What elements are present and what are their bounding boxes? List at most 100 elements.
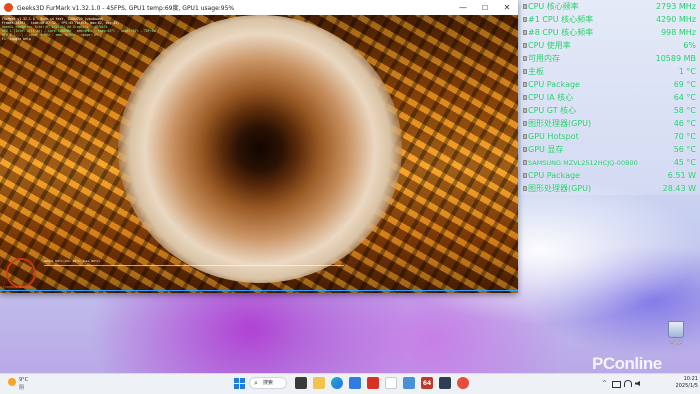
- sensor-row: 图形处理器(GPU) 46 °C: [521, 118, 700, 130]
- sensor-label: CPU GT 核心: [528, 106, 577, 115]
- sensor-icon: [523, 134, 527, 139]
- monitor-app-icon[interactable]: [439, 377, 451, 389]
- clock-date: 2025/1/5: [675, 383, 698, 389]
- sensor-osd-panel: CPU 核心频率 2793 MHz #1 CPU 核心频率 4290 MHz #8 …: [521, 0, 700, 195]
- wifi-icon[interactable]: [624, 380, 632, 387]
- sensor-value: 10589 MB: [655, 54, 696, 63]
- recycle-bin-icon: [668, 321, 684, 338]
- sensor-label: CPU Package: [528, 171, 580, 180]
- tray-chevron-icon[interactable]: ^: [602, 380, 607, 387]
- sensor-value: 1 °C: [678, 67, 696, 76]
- sensor-label: CPU 使用率: [528, 41, 571, 50]
- overlay-line: F1: toggle help: [2, 37, 31, 41]
- maximize-button[interactable]: ☐: [474, 0, 496, 15]
- red-app-icon[interactable]: [367, 377, 379, 389]
- sensor-icon: [523, 108, 527, 113]
- sensor-value: 6.51 W: [667, 171, 696, 180]
- furmark-app-icon: [4, 3, 13, 12]
- sensor-label: CPU IA 核心: [528, 93, 574, 102]
- sensor-value: 998 MHz: [661, 28, 696, 37]
- sensor-icon: [523, 147, 527, 152]
- sensor-row: CPU GT 核心 58 °C: [521, 105, 700, 117]
- sensor-icon: [523, 17, 527, 22]
- aida64-icon[interactable]: 64: [421, 377, 433, 389]
- furmark-render-viewport[interactable]: FurMark v1.32.1.0 - Burn-in test, 1280x7…: [0, 15, 518, 293]
- sensor-value: 46 °C: [673, 119, 696, 128]
- sensor-icon: [523, 82, 527, 87]
- media-app-icon[interactable]: [385, 377, 397, 389]
- search-icon: ⌕: [254, 379, 258, 387]
- sensor-row: GPU 显存 56 °C: [521, 144, 700, 156]
- start-button[interactable]: [233, 377, 245, 389]
- taskbar-clock[interactable]: 10:21 2025/1/5: [660, 376, 698, 390]
- furmark-titlebar[interactable]: Geeks3D FurMark v1.32.1.0 - 45FPS, GPU1 …: [0, 0, 518, 16]
- edge-browser-icon[interactable]: [331, 377, 343, 389]
- sensor-icon: [523, 56, 527, 61]
- sensor-value: 58 °C: [673, 106, 696, 115]
- search-label: 搜索: [263, 380, 274, 386]
- weather-description: 阴: [19, 385, 25, 391]
- sensor-icon: [523, 121, 527, 126]
- store-icon[interactable]: [349, 377, 361, 389]
- sensor-label: GPU 显存: [528, 145, 564, 154]
- sensor-row: SAMSUNG MZVL2512HCJQ-00B00 45 °C: [521, 157, 700, 169]
- sensor-row: 可用内存 10589 MB: [521, 53, 700, 65]
- weather-temperature: 9°C: [19, 377, 29, 383]
- furmark-window[interactable]: Geeks3D FurMark v1.32.1.0 - 45FPS, GPU1 …: [0, 0, 518, 293]
- task-view-icon[interactable]: [295, 377, 307, 389]
- sensor-icon: [523, 186, 527, 191]
- battery-icon[interactable]: [612, 381, 621, 388]
- sensor-row: 图形处理器(GPU) 28.43 W: [521, 183, 700, 195]
- fur-donut-render: [118, 15, 402, 283]
- sensor-label: 可用内存: [528, 54, 560, 63]
- sensor-label: #8 CPU 核心频率: [528, 28, 594, 37]
- settings-app-icon[interactable]: [403, 377, 415, 389]
- sensor-label: #1 CPU 核心频率: [528, 15, 594, 24]
- sensor-value: 6%: [683, 41, 696, 50]
- sensor-row: CPU 核心频率 2793 MHz: [521, 1, 700, 13]
- weather-sun-icon: [8, 378, 16, 386]
- sensor-row: CPU IA 核心 64 °C: [521, 92, 700, 104]
- sensor-value: 64 °C: [673, 93, 696, 102]
- file-explorer-icon[interactable]: [313, 377, 325, 389]
- sensor-row: #8 CPU 核心频率 998 MHz: [521, 27, 700, 39]
- furmark-window-title: Geeks3D FurMark v1.32.1.0 - 45FPS, GPU1 …: [17, 5, 235, 12]
- temperature-graph-label: GPU 1: 69°C (min: 44°C - max: 69°C): [44, 259, 100, 263]
- minimize-button[interactable]: —: [452, 0, 474, 15]
- sensor-icon: [523, 4, 527, 9]
- sensor-label: 图形处理器(GPU): [528, 184, 592, 193]
- volume-icon[interactable]: [635, 381, 640, 386]
- sensor-row: #1 CPU 核心频率 4290 MHz: [521, 14, 700, 26]
- recycle-bin-shortcut[interactable]: 回收站: [662, 321, 690, 351]
- sensor-row: GPU Hotspot 70 °C: [521, 131, 700, 143]
- furmark-taskbar-icon[interactable]: [457, 377, 469, 389]
- sensor-label: CPU 核心频率: [528, 2, 579, 11]
- sensor-value: 2793 MHz: [655, 2, 696, 11]
- sensor-row: CPU Package 6.51 W: [521, 170, 700, 182]
- sensor-icon: [523, 173, 527, 178]
- sensor-label: CPU Package: [528, 80, 580, 89]
- sensor-label: 主板: [528, 67, 544, 76]
- furmark-logo-icon: [6, 258, 36, 288]
- sensor-icon: [523, 30, 527, 35]
- sensor-value: 70 °C: [673, 132, 696, 141]
- sensor-icon: [523, 160, 527, 165]
- pconline-watermark: PConline: [592, 354, 662, 373]
- sensor-value: 28.43 W: [662, 184, 696, 193]
- sensor-value: 69 °C: [673, 80, 696, 89]
- sensor-row: CPU Package 69 °C: [521, 79, 700, 91]
- taskbar-search-box[interactable]: ⌕ 搜索: [249, 377, 287, 389]
- sensor-value: 56 °C: [673, 145, 696, 154]
- taskbar: 9°C 阴 ⌕ 搜索 64 ^ 10:21 2025/1/5: [0, 373, 700, 394]
- sensor-value: 4290 MHz: [655, 15, 696, 24]
- close-button[interactable]: ✕: [496, 0, 518, 15]
- sensor-row: 主板 1 °C: [521, 66, 700, 78]
- sensor-value: 45 °C: [673, 158, 696, 167]
- furmark-stats-overlay: FurMark v1.32.1.0 - Burn-in test, 1280x7…: [2, 17, 302, 41]
- sensor-icon: [523, 95, 527, 100]
- sensor-row: CPU 使用率 6%: [521, 40, 700, 52]
- sensor-label: GPU Hotspot: [528, 132, 579, 141]
- recycle-bin-label: 回收站: [670, 340, 682, 345]
- furmark-logo-text: FURMARK BURN-IN: [3, 285, 32, 289]
- sensor-icon: [523, 43, 527, 48]
